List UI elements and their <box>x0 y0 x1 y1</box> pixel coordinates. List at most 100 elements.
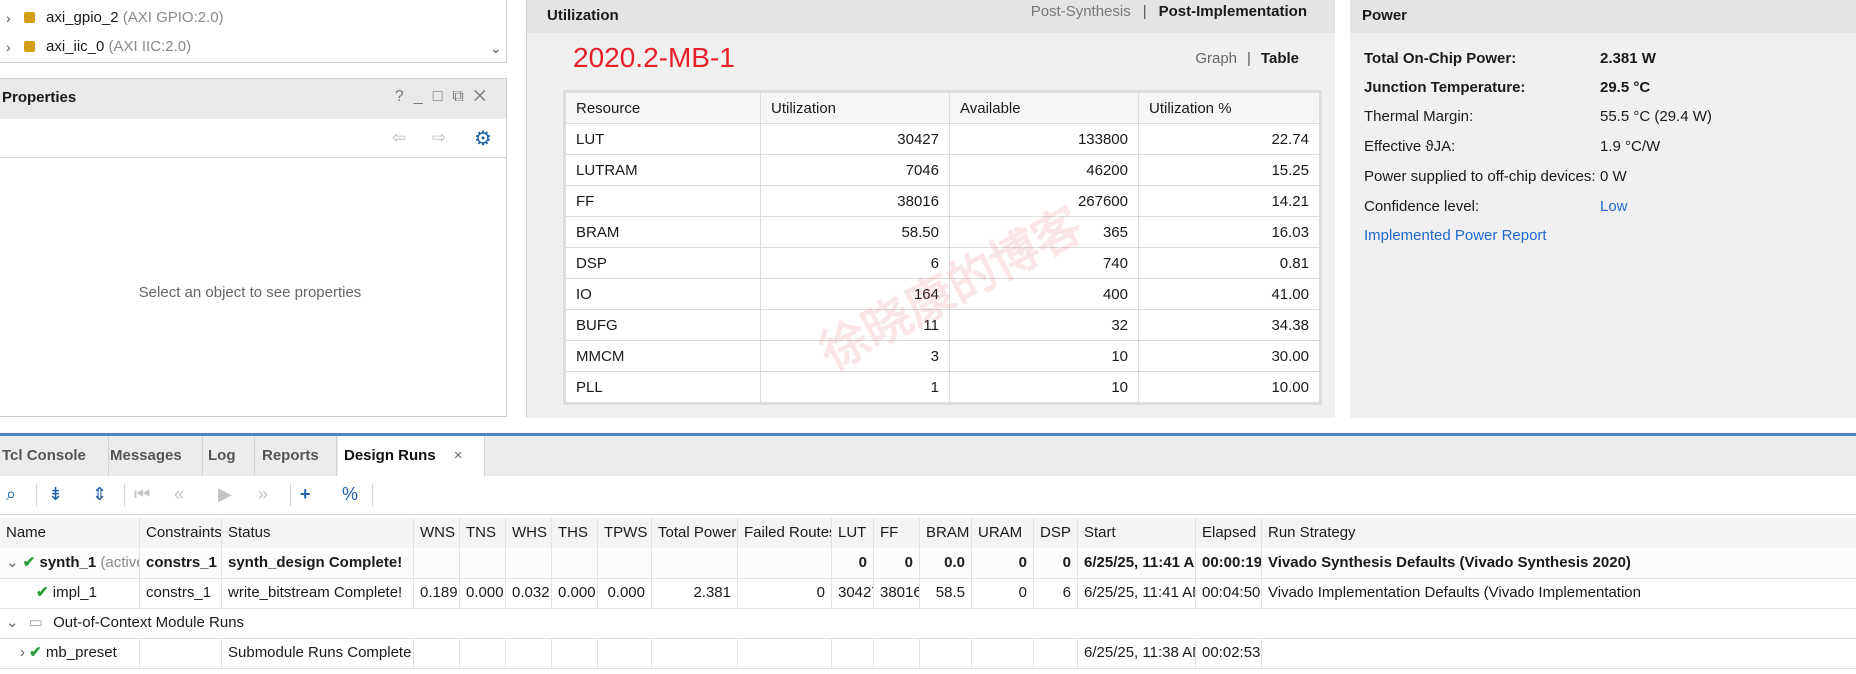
table-row[interactable]: PLL 1 10 10.00 <box>564 371 1321 404</box>
column-header[interactable]: Available <box>949 91 1139 124</box>
panel-window-controls[interactable]: ?_□⧉✕ <box>395 88 496 106</box>
table-header-row: Name Constraints Status WNS TNS WHS THS TPWS Tot… <box>0 518 1856 549</box>
run-failed-cell <box>738 638 832 668</box>
tree-item-name: axi_gpio_2 <box>46 9 119 26</box>
chevron-down-icon[interactable]: ⌄ <box>6 554 19 571</box>
column-header[interactable]: FF <box>874 518 920 548</box>
column-header[interactable]: URAM <box>972 518 1034 548</box>
resource-value: 58.50 <box>760 216 950 248</box>
run-uram-cell <box>972 638 1034 668</box>
run-tpws-cell: 0.000 <box>598 578 652 608</box>
gear-icon[interactable]: ⚙ <box>474 126 492 151</box>
table-row-ooc[interactable]: ⌄ ▭ Out-of-Context Module Runs <box>0 608 1856 639</box>
tab-label: Messages <box>110 447 182 464</box>
run-bram-cell: 58.5 <box>920 578 972 608</box>
chevron-right-icon[interactable]: › <box>6 4 11 32</box>
resource-value: 16.03 <box>1138 216 1321 248</box>
run-status-cell: synth_design Complete! <box>222 548 414 578</box>
run-name-cell: › ✔ mb_preset <box>0 638 140 668</box>
column-header[interactable]: Constraints <box>140 518 222 548</box>
power-row: Confidence level: Low <box>1364 193 1854 221</box>
column-header[interactable]: TPWS <box>598 518 652 548</box>
run-dsp-cell: 0 <box>1034 548 1078 578</box>
implemented-power-report-link[interactable]: Implemented Power Report <box>1364 222 1854 250</box>
tab-design-runs[interactable]: Design Runs × <box>338 436 485 476</box>
table-row[interactable]: LUTRAM 7046 46200 15.25 <box>564 154 1321 186</box>
run-ff-cell <box>874 638 920 668</box>
check-icon: ✔ <box>36 584 49 601</box>
view-graph-toggle[interactable]: Graph <box>1195 50 1237 67</box>
table-row-impl-1[interactable]: ✔ impl_1 constrs_1 write_bitstream Complet… <box>0 578 1856 609</box>
rewind-icon[interactable]: « <box>174 484 184 505</box>
view-table-toggle[interactable]: Table <box>1261 50 1299 67</box>
run-strategy-cell: Vivado Synthesis Defaults (Vivado Synthe… <box>1262 548 1856 578</box>
resource-value: 22.74 <box>1138 123 1321 155</box>
column-header[interactable]: WHS <box>506 518 552 548</box>
column-header[interactable]: Utilization % <box>1138 91 1321 124</box>
add-run-icon[interactable]: + <box>300 484 311 505</box>
utilization-panel: Utilization Post-Synthesis | Post-Implemen… <box>526 0 1335 418</box>
forward-arrow-icon[interactable]: ⇨ <box>432 128 446 148</box>
power-key: Confidence level: <box>1364 198 1480 215</box>
column-header[interactable]: TNS <box>460 518 506 548</box>
close-tab-icon[interactable]: × <box>454 447 463 464</box>
expand-all-icon[interactable]: ⇕ <box>92 484 107 505</box>
tab-messages[interactable]: Messages <box>108 436 203 476</box>
chevron-down-icon[interactable]: ⌄ <box>6 614 19 631</box>
run-constraints-cell: constrs_1 <box>140 548 222 578</box>
column-header[interactable]: DSP <box>1034 518 1078 548</box>
fast-forward-icon[interactable]: » <box>258 484 268 505</box>
tab-reports[interactable]: Reports <box>260 436 337 476</box>
scroll-down-chevron-icon[interactable]: ⌄ <box>490 40 502 57</box>
resource-value: 30427 <box>760 123 950 155</box>
power-row: Effective ϑJA: 1.9 °C/W <box>1364 133 1854 161</box>
run-wns-cell <box>414 638 460 668</box>
column-header[interactable]: Status <box>222 518 414 548</box>
confidence-level-link[interactable]: Low <box>1600 193 1628 221</box>
table-row[interactable]: BRAM 58.50 365 16.03 <box>564 216 1321 248</box>
chevron-right-icon[interactable]: › <box>6 33 11 61</box>
table-row-synth-1[interactable]: ⌄ ✔ synth_1 (active)constrs_1synth_desig… <box>0 548 1856 579</box>
tab-tcl-console[interactable]: Tcl Console <box>0 436 109 476</box>
collapse-all-icon[interactable]: ⇟ <box>48 484 63 505</box>
table-row[interactable]: FF 38016 267600 14.21 <box>564 185 1321 217</box>
column-header[interactable]: BRAM <box>920 518 972 548</box>
table-row[interactable]: MMCM 3 10 30.00 <box>564 340 1321 372</box>
tab-log[interactable]: Log <box>206 436 255 476</box>
column-header[interactable]: Resource <box>564 91 761 124</box>
tree-item-sub: (AXI IIC:2.0) <box>108 38 192 55</box>
percent-icon[interactable]: % <box>342 484 358 505</box>
table-header-row: Resource Utilization Available Utilizati… <box>564 91 1321 124</box>
search-icon[interactable]: ⌕ <box>6 484 16 505</box>
tree-item-sub: (AXI GPIO:2.0) <box>122 9 224 26</box>
table-row[interactable]: LUT 30427 133800 22.74 <box>564 123 1321 155</box>
column-header[interactable]: Start <box>1078 518 1196 548</box>
run-tpws-cell <box>598 548 652 578</box>
power-title: Power <box>1362 7 1408 24</box>
column-header[interactable]: Run Strategy <box>1262 518 1856 548</box>
column-header[interactable]: Utilization <box>760 91 950 124</box>
properties-empty-text: Select an object to see properties <box>138 284 362 301</box>
back-arrow-icon[interactable]: ⇦ <box>392 128 406 148</box>
column-header[interactable]: Failed Routes <box>738 518 832 548</box>
first-step-icon[interactable]: ⏮ <box>134 484 150 505</box>
column-header[interactable]: Name <box>0 518 140 548</box>
active-tag: (active) <box>100 554 139 571</box>
chevron-right-icon[interactable]: › <box>20 644 25 661</box>
column-header[interactable]: THS <box>552 518 598 548</box>
column-header[interactable]: Elapsed <box>1196 518 1262 548</box>
column-header[interactable]: WNS <box>414 518 460 548</box>
power-row: Power supplied to off-chip devices: 0 W <box>1364 163 1854 191</box>
run-whs-cell <box>506 548 552 578</box>
tab-post-synthesis[interactable]: Post-Synthesis <box>1031 3 1131 20</box>
tab-post-implementation[interactable]: Post-Implementation <box>1159 3 1307 20</box>
hierarchy-tree: › axi_gpio_2 (AXI GPIO:2.0) › axi_iic_0 … <box>0 0 507 63</box>
table-row-mb-preset[interactable]: › ✔ mb_preset Submodule Runs Complete 6/25… <box>0 638 1856 669</box>
run-icon[interactable]: ▶ <box>218 484 232 505</box>
column-header[interactable]: LUT <box>832 518 874 548</box>
column-header[interactable]: Total Power <box>652 518 738 548</box>
resource-name: DSP <box>564 247 761 279</box>
run-failed-cell: 0 <box>738 578 832 608</box>
resource-value: 41.00 <box>1138 278 1321 310</box>
power-value: 29.5 °C <box>1600 79 1651 96</box>
